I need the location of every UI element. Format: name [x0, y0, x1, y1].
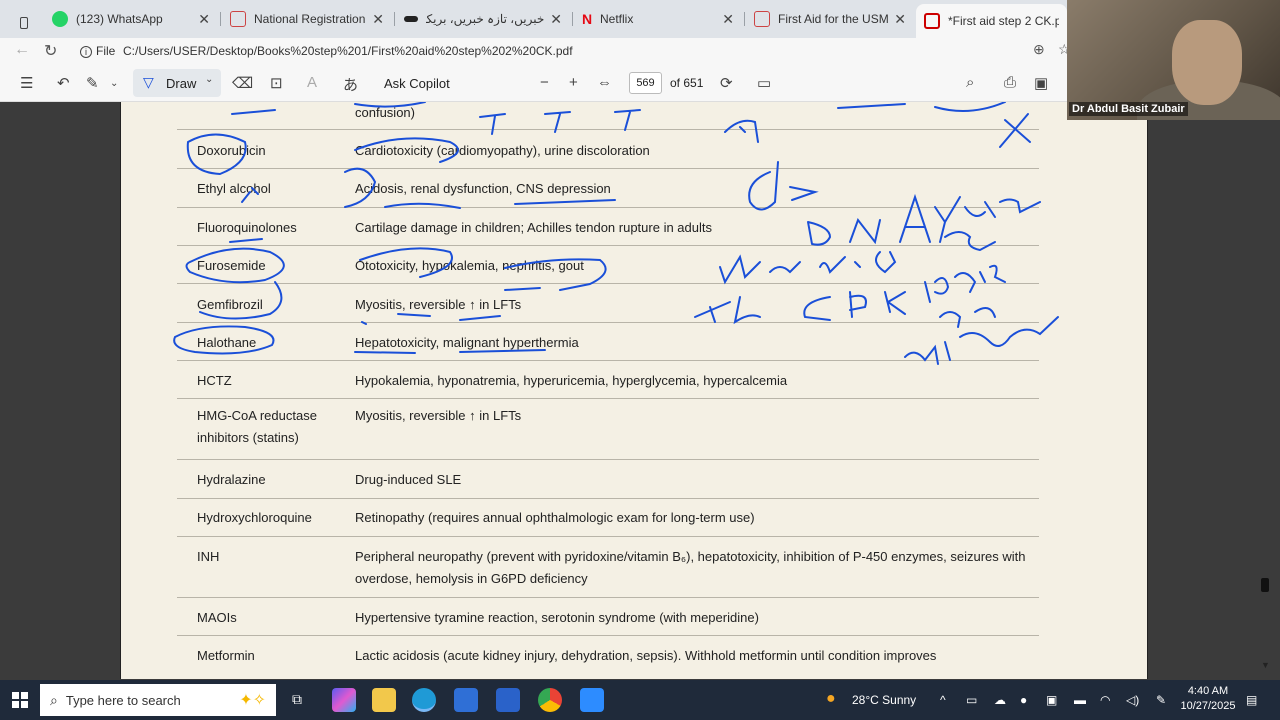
- zoom-app-icon[interactable]: [580, 688, 604, 712]
- pdf-toolbar: ☰ ↶ ✎ ⌄ ▽ Draw ⌄ ⌫ ⊡ A あ Ask Copilot − +…: [0, 64, 1067, 102]
- chrome-icon[interactable]: [538, 688, 562, 712]
- side-panel: [1149, 102, 1280, 679]
- pen-icon: ▽: [143, 74, 154, 90]
- page-number-input[interactable]: 569: [629, 72, 662, 94]
- fit-page-icon[interactable]: ⇔: [597, 74, 612, 91]
- sparkle-icon: ✦✧: [239, 692, 266, 709]
- table-row: confusion): [177, 102, 1039, 130]
- print-icon[interactable]: ⎙: [1004, 74, 1016, 91]
- tab-first-aid-step2-pdf[interactable]: *First aid step 2 CK.pdf: [916, 4, 1067, 38]
- table-row: Ethyl alcohol Acidosis, renal dysfunctio…: [177, 169, 1039, 208]
- tab-actions-icon[interactable]: [12, 8, 36, 38]
- contents-icon[interactable]: ☰: [20, 74, 33, 92]
- document-icon: [230, 11, 246, 27]
- search-icon[interactable]: ⌕: [966, 74, 974, 91]
- page-view-icon[interactable]: ▭: [757, 74, 771, 92]
- table-row: Gemfibrozil Myositis, reversible ↑ in LF…: [177, 284, 1039, 323]
- windows-start-icon[interactable]: [12, 692, 28, 708]
- refresh-icon[interactable]: ↻: [44, 41, 57, 61]
- notifications-icon[interactable]: ▤: [1246, 693, 1257, 707]
- close-icon[interactable]: ✕: [372, 11, 384, 28]
- speaker-face: [1172, 20, 1242, 105]
- save-icon[interactable]: ▣: [1034, 74, 1048, 92]
- weather-text[interactable]: 28°C Sunny: [852, 693, 916, 707]
- zoom-icon[interactable]: ⊕: [1033, 41, 1045, 58]
- eraser-icon[interactable]: ⌫: [232, 74, 253, 92]
- table-row: HMG-CoA reductase inhibitors (statins) M…: [177, 399, 1039, 460]
- whatsapp-icon: [52, 11, 68, 27]
- copilot-app-icon[interactable]: [332, 688, 356, 712]
- table-row: Metformin Lactic acidosis (acute kidney …: [197, 648, 937, 663]
- info-icon: i: [80, 46, 92, 58]
- rotate-icon[interactable]: ⟳: [720, 74, 733, 92]
- edge-browser-icon[interactable]: [412, 688, 436, 712]
- highlight-icon[interactable]: ✎: [86, 74, 99, 92]
- read-aloud-icon[interactable]: あ: [343, 74, 358, 95]
- battery-icon[interactable]: ▬: [1074, 693, 1086, 707]
- page-total: of 651: [670, 76, 704, 90]
- document-icon: [754, 11, 770, 27]
- pdf-viewer: confusion) Doxorubicin Cardiotoxicity (c…: [0, 102, 1280, 679]
- pen-icon[interactable]: ✎: [1156, 693, 1166, 707]
- table-row: MAOIs Hypertensive tyramine reaction, se…: [177, 598, 1039, 636]
- task-view-icon[interactable]: ⧉: [292, 691, 302, 708]
- chevron-down-icon: ⌄: [205, 74, 214, 85]
- microphone-icon[interactable]: ●: [1020, 693, 1027, 707]
- table-row: Hydroxychloroquine Retinopathy (requires…: [177, 499, 1039, 537]
- table-row: Doxorubicin Cardiotoxicity (cardiomyopat…: [177, 130, 1039, 169]
- undo-icon[interactable]: ↶: [57, 74, 70, 92]
- file-explorer-icon[interactable]: [372, 688, 396, 712]
- pdf-page: confusion) Doxorubicin Cardiotoxicity (c…: [120, 102, 1148, 679]
- close-icon[interactable]: ✕: [198, 11, 210, 28]
- outlook-icon[interactable]: [496, 688, 520, 712]
- text-box-icon[interactable]: ⊡: [270, 74, 283, 92]
- font-icon: A: [307, 74, 318, 91]
- address-bar: ← ↻ i File C:/Users/USER/Desktop/Books%20…: [0, 38, 1071, 64]
- chevron-down-icon[interactable]: ⌄: [110, 78, 118, 89]
- zoom-in-icon[interactable]: +: [569, 74, 578, 91]
- close-icon[interactable]: ✕: [894, 11, 906, 28]
- tab-national-registration[interactable]: National Registration Exami ✕: [222, 4, 392, 34]
- ask-copilot-button[interactable]: Ask Copilot: [384, 76, 450, 91]
- display-icon[interactable]: ▭: [966, 693, 977, 707]
- url-text[interactable]: C:/Users/USER/Desktop/Books%20step%201/F…: [123, 44, 573, 58]
- table-row: HCTZ Hypokalemia, hyponatremia, hyperuri…: [177, 361, 1039, 399]
- tab-netflix[interactable]: N Netflix ✕: [574, 4, 742, 34]
- file-info[interactable]: i File: [80, 44, 115, 58]
- clock[interactable]: 4:40 AM 10/27/2025: [1178, 684, 1238, 714]
- scrollbar-thumb[interactable]: [1261, 578, 1269, 592]
- scroll-down-icon[interactable]: ▼: [1261, 660, 1270, 670]
- close-icon[interactable]: ✕: [722, 11, 734, 28]
- search-icon: ⌕: [50, 691, 58, 708]
- news-icon: [404, 16, 418, 22]
- tab-first-aid-usmle[interactable]: First Aid for the USMLE Step ✕: [746, 4, 914, 34]
- close-icon[interactable]: ✕: [550, 11, 562, 28]
- table-row: Halothane Hepatotoxicity, malignant hype…: [177, 323, 1039, 361]
- back-icon[interactable]: ←: [14, 41, 30, 59]
- taskbar: ⌕ Type here to search ✦✧ ⧉ ● 28°C Sunny …: [0, 680, 1280, 720]
- table-row: INH Peripheral neuropathy (prevent with …: [177, 537, 1039, 598]
- pdf-icon: [924, 13, 940, 29]
- tab-urdu-news[interactable]: خبریں، تازہ خبریں، بریکنگ نیو ✕: [396, 4, 570, 34]
- video-feed: Dr Abdul Basit Zubair: [1067, 0, 1280, 120]
- netflix-icon: N: [582, 11, 593, 27]
- table-row: Fluoroquinolones Cartilage damage in chi…: [177, 208, 1039, 246]
- weather-icon: ●: [826, 690, 836, 707]
- table-row: Furosemide Ototoxicity, hypokalemia, nep…: [177, 246, 1039, 284]
- volume-icon[interactable]: ◁): [1126, 693, 1139, 707]
- screen-share-icon[interactable]: ▣: [1046, 693, 1057, 707]
- chevron-up-icon[interactable]: ^: [940, 693, 946, 707]
- draw-button[interactable]: ▽ Draw ⌄: [133, 69, 221, 97]
- table-row: Hydralazine Drug-induced SLE: [177, 460, 1039, 499]
- speaker-name: Dr Abdul Basit Zubair: [1069, 102, 1188, 116]
- wifi-icon[interactable]: ◠: [1100, 693, 1110, 707]
- cloud-icon[interactable]: ☁: [994, 693, 1006, 707]
- zoom-out-icon[interactable]: −: [540, 74, 549, 91]
- tab-whatsapp[interactable]: (123) WhatsApp ✕: [44, 4, 218, 34]
- store-icon[interactable]: [454, 688, 478, 712]
- taskbar-search[interactable]: ⌕ Type here to search ✦✧: [40, 684, 276, 716]
